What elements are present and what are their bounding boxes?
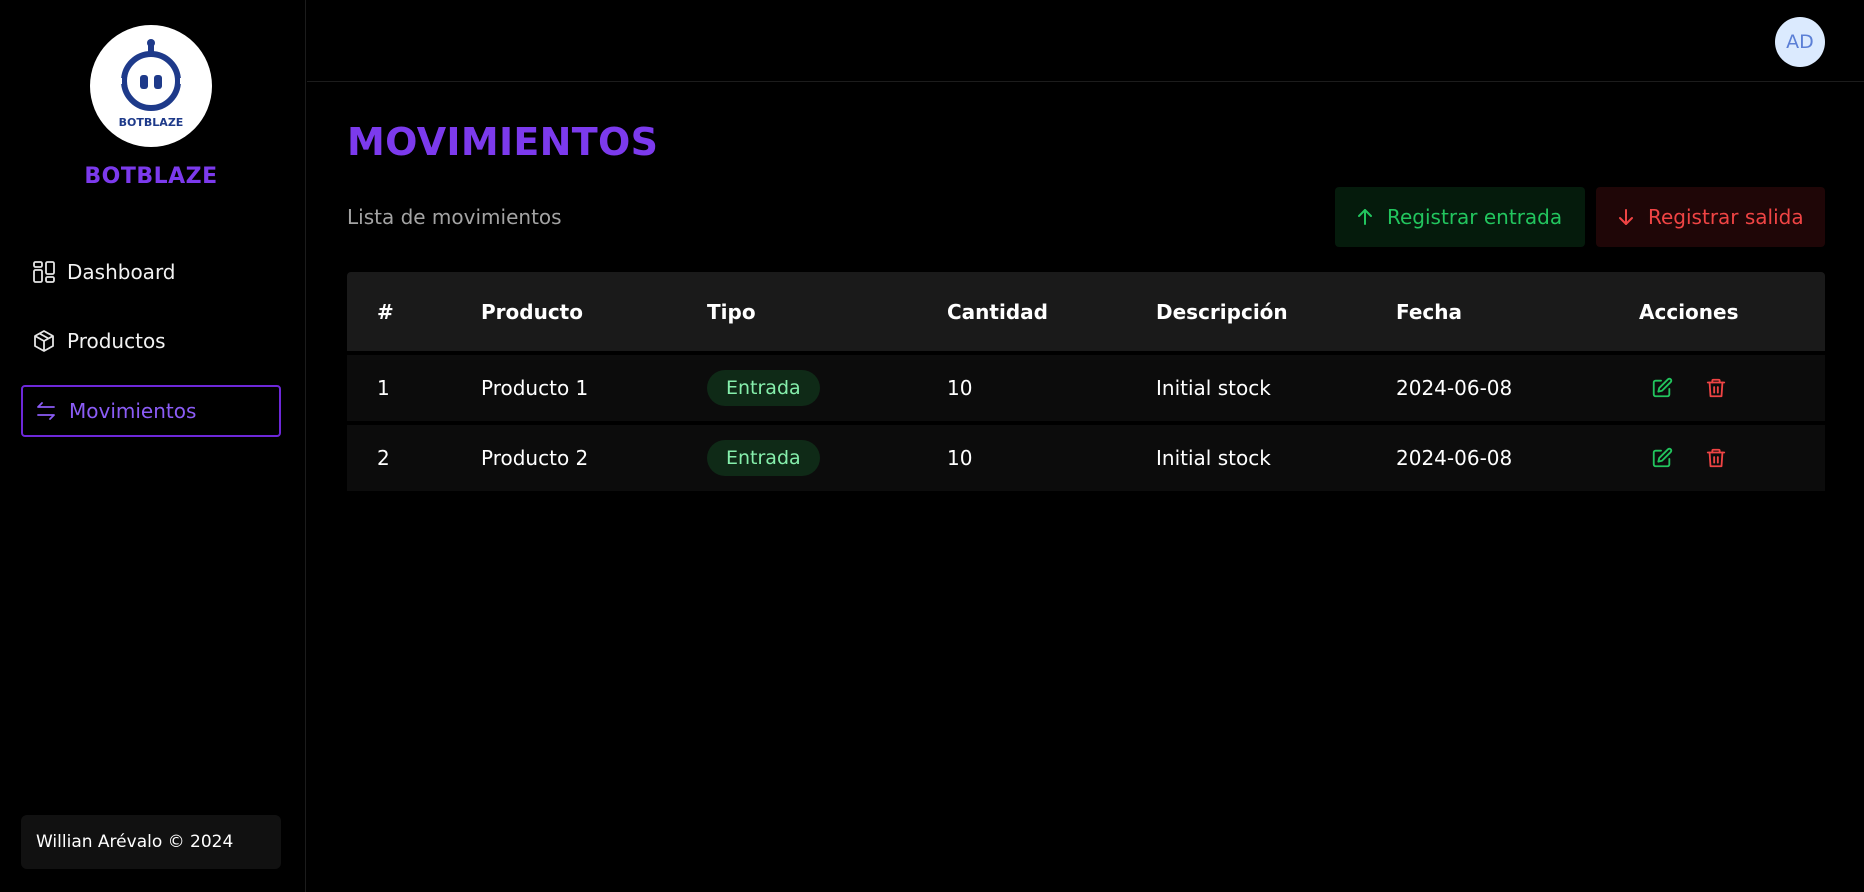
robot-logo-icon: BOTBLAZE	[112, 39, 190, 129]
arrow-down-icon	[1616, 207, 1636, 227]
cell-date: 2024-06-08	[1396, 376, 1513, 400]
table-row: 1 Producto 1 Entrada 10 Initial stock 20…	[347, 355, 1825, 421]
table-header: # Producto Tipo Cantidad Descripción Fec…	[347, 272, 1825, 351]
cell-type: Entrada	[707, 355, 820, 421]
column-header-id[interactable]: #	[377, 272, 394, 351]
register-entry-button[interactable]: Registrar entrada	[1335, 187, 1585, 247]
cell-quantity: 10	[947, 376, 973, 400]
register-exit-button[interactable]: Registrar salida	[1596, 187, 1825, 247]
brand-name: BOTBLAZE	[84, 164, 218, 189]
brand-logo[interactable]: BOTBLAZE	[90, 25, 212, 147]
cell-product: Producto 2	[481, 446, 589, 470]
sidebar-item-label: Productos	[67, 329, 166, 353]
register-entry-label: Registrar entrada	[1387, 205, 1563, 229]
app: BOTBLAZE BOTBLAZE Dashboard Productos Mo…	[0, 0, 1864, 892]
cell-id: 2	[377, 446, 390, 470]
avatar[interactable]: AD	[1775, 17, 1825, 67]
cell-description: Initial stock	[1156, 446, 1271, 470]
column-header-product[interactable]: Producto	[481, 272, 583, 351]
box-icon	[31, 328, 57, 354]
trash-icon[interactable]	[1701, 443, 1731, 473]
sidebar-item-dashboard[interactable]: Dashboard	[21, 246, 281, 298]
sidebar-footer: Willian Arévalo © 2024	[21, 815, 281, 869]
type-badge: Entrada	[707, 370, 820, 406]
cell-actions	[1647, 355, 1755, 421]
table-row: 2 Producto 2 Entrada 10 Initial stock 20…	[347, 425, 1825, 491]
type-badge: Entrada	[707, 440, 820, 476]
cell-actions	[1647, 425, 1755, 491]
cell-date: 2024-06-08	[1396, 446, 1513, 470]
dashboard-grid-icon	[31, 259, 57, 285]
page-subtitle: Lista de movimientos	[347, 205, 562, 229]
sidebar-item-label: Movimientos	[69, 399, 197, 423]
sidebar-item-productos[interactable]: Productos	[21, 315, 281, 367]
column-header-description[interactable]: Descripción	[1156, 272, 1288, 351]
column-header-actions: Acciones	[1639, 299, 1739, 324]
edit-icon[interactable]	[1647, 443, 1677, 473]
sidebar-item-movimientos[interactable]: Movimientos	[21, 385, 281, 437]
cell-id: 1	[377, 376, 390, 400]
column-header-date[interactable]: Fecha	[1396, 272, 1462, 351]
trash-icon[interactable]	[1701, 373, 1731, 403]
cell-description: Initial stock	[1156, 376, 1271, 400]
movements-table: # Producto Tipo Cantidad Descripción Fec…	[347, 272, 1825, 491]
column-header-quantity[interactable]: Cantidad	[947, 272, 1048, 351]
logo-text: BOTBLAZE	[119, 116, 184, 129]
swap-arrows-icon	[33, 398, 59, 424]
edit-icon[interactable]	[1647, 373, 1677, 403]
arrow-up-icon	[1355, 207, 1375, 227]
topbar: AD	[307, 0, 1864, 82]
sidebar: BOTBLAZE BOTBLAZE Dashboard Productos Mo…	[0, 0, 306, 892]
cell-type: Entrada	[707, 425, 820, 491]
column-header-type[interactable]: Tipo	[707, 272, 756, 351]
register-exit-label: Registrar salida	[1648, 205, 1804, 229]
sidebar-item-label: Dashboard	[67, 260, 176, 284]
page-title: MOVIMIENTOS	[347, 120, 659, 164]
cell-product: Producto 1	[481, 376, 589, 400]
cell-quantity: 10	[947, 446, 973, 470]
